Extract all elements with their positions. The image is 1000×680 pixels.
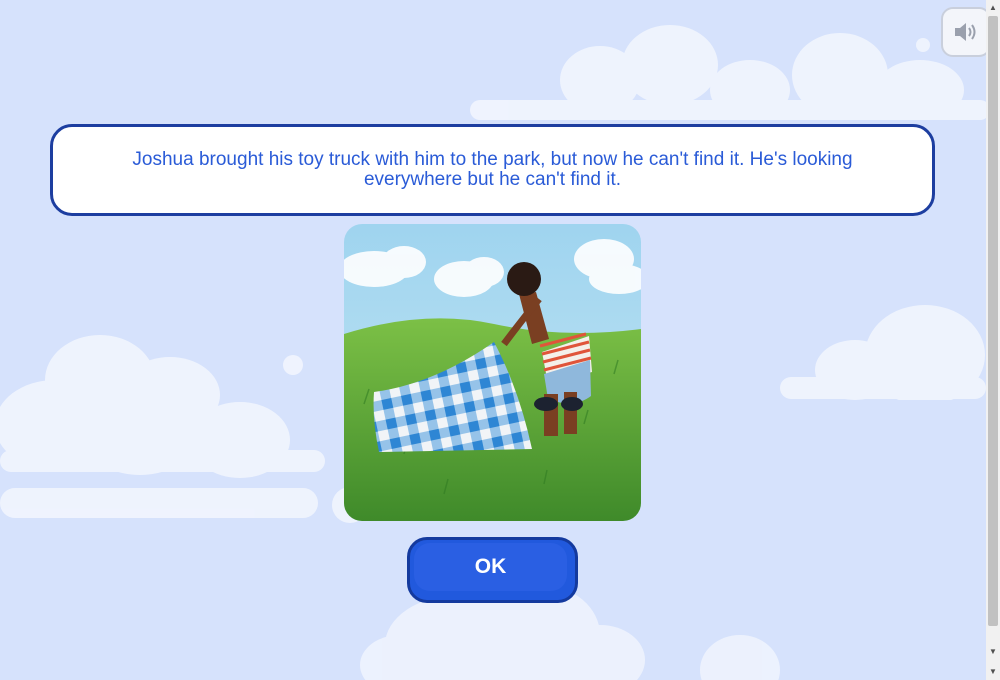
game-stage: Joshua brought his toy truck with him to… <box>0 0 986 680</box>
ok-button[interactable]: OK <box>407 537 578 603</box>
speaker-icon <box>955 23 976 41</box>
scroll-down-arrow-secondary[interactable]: ▼ <box>986 664 1000 678</box>
scroll-thumb[interactable] <box>988 16 998 626</box>
cloud-left <box>0 335 360 523</box>
illustration-art <box>344 224 641 521</box>
ok-button-label: OK <box>414 543 567 591</box>
scroll-down-arrow[interactable]: ▼ <box>986 644 1000 658</box>
story-text: Joshua brought his toy truck with him to… <box>132 149 853 190</box>
sound-button[interactable] <box>941 7 986 57</box>
scroll-up-arrow[interactable]: ▲ <box>986 0 1000 14</box>
vertical-scrollbar[interactable]: ▲ ▼ ▼ <box>986 0 1000 680</box>
cloud-right <box>780 305 986 400</box>
story-text-box: Joshua brought his toy truck with him to… <box>50 124 935 216</box>
story-illustration <box>344 224 641 521</box>
cloud-top-right <box>470 25 986 120</box>
